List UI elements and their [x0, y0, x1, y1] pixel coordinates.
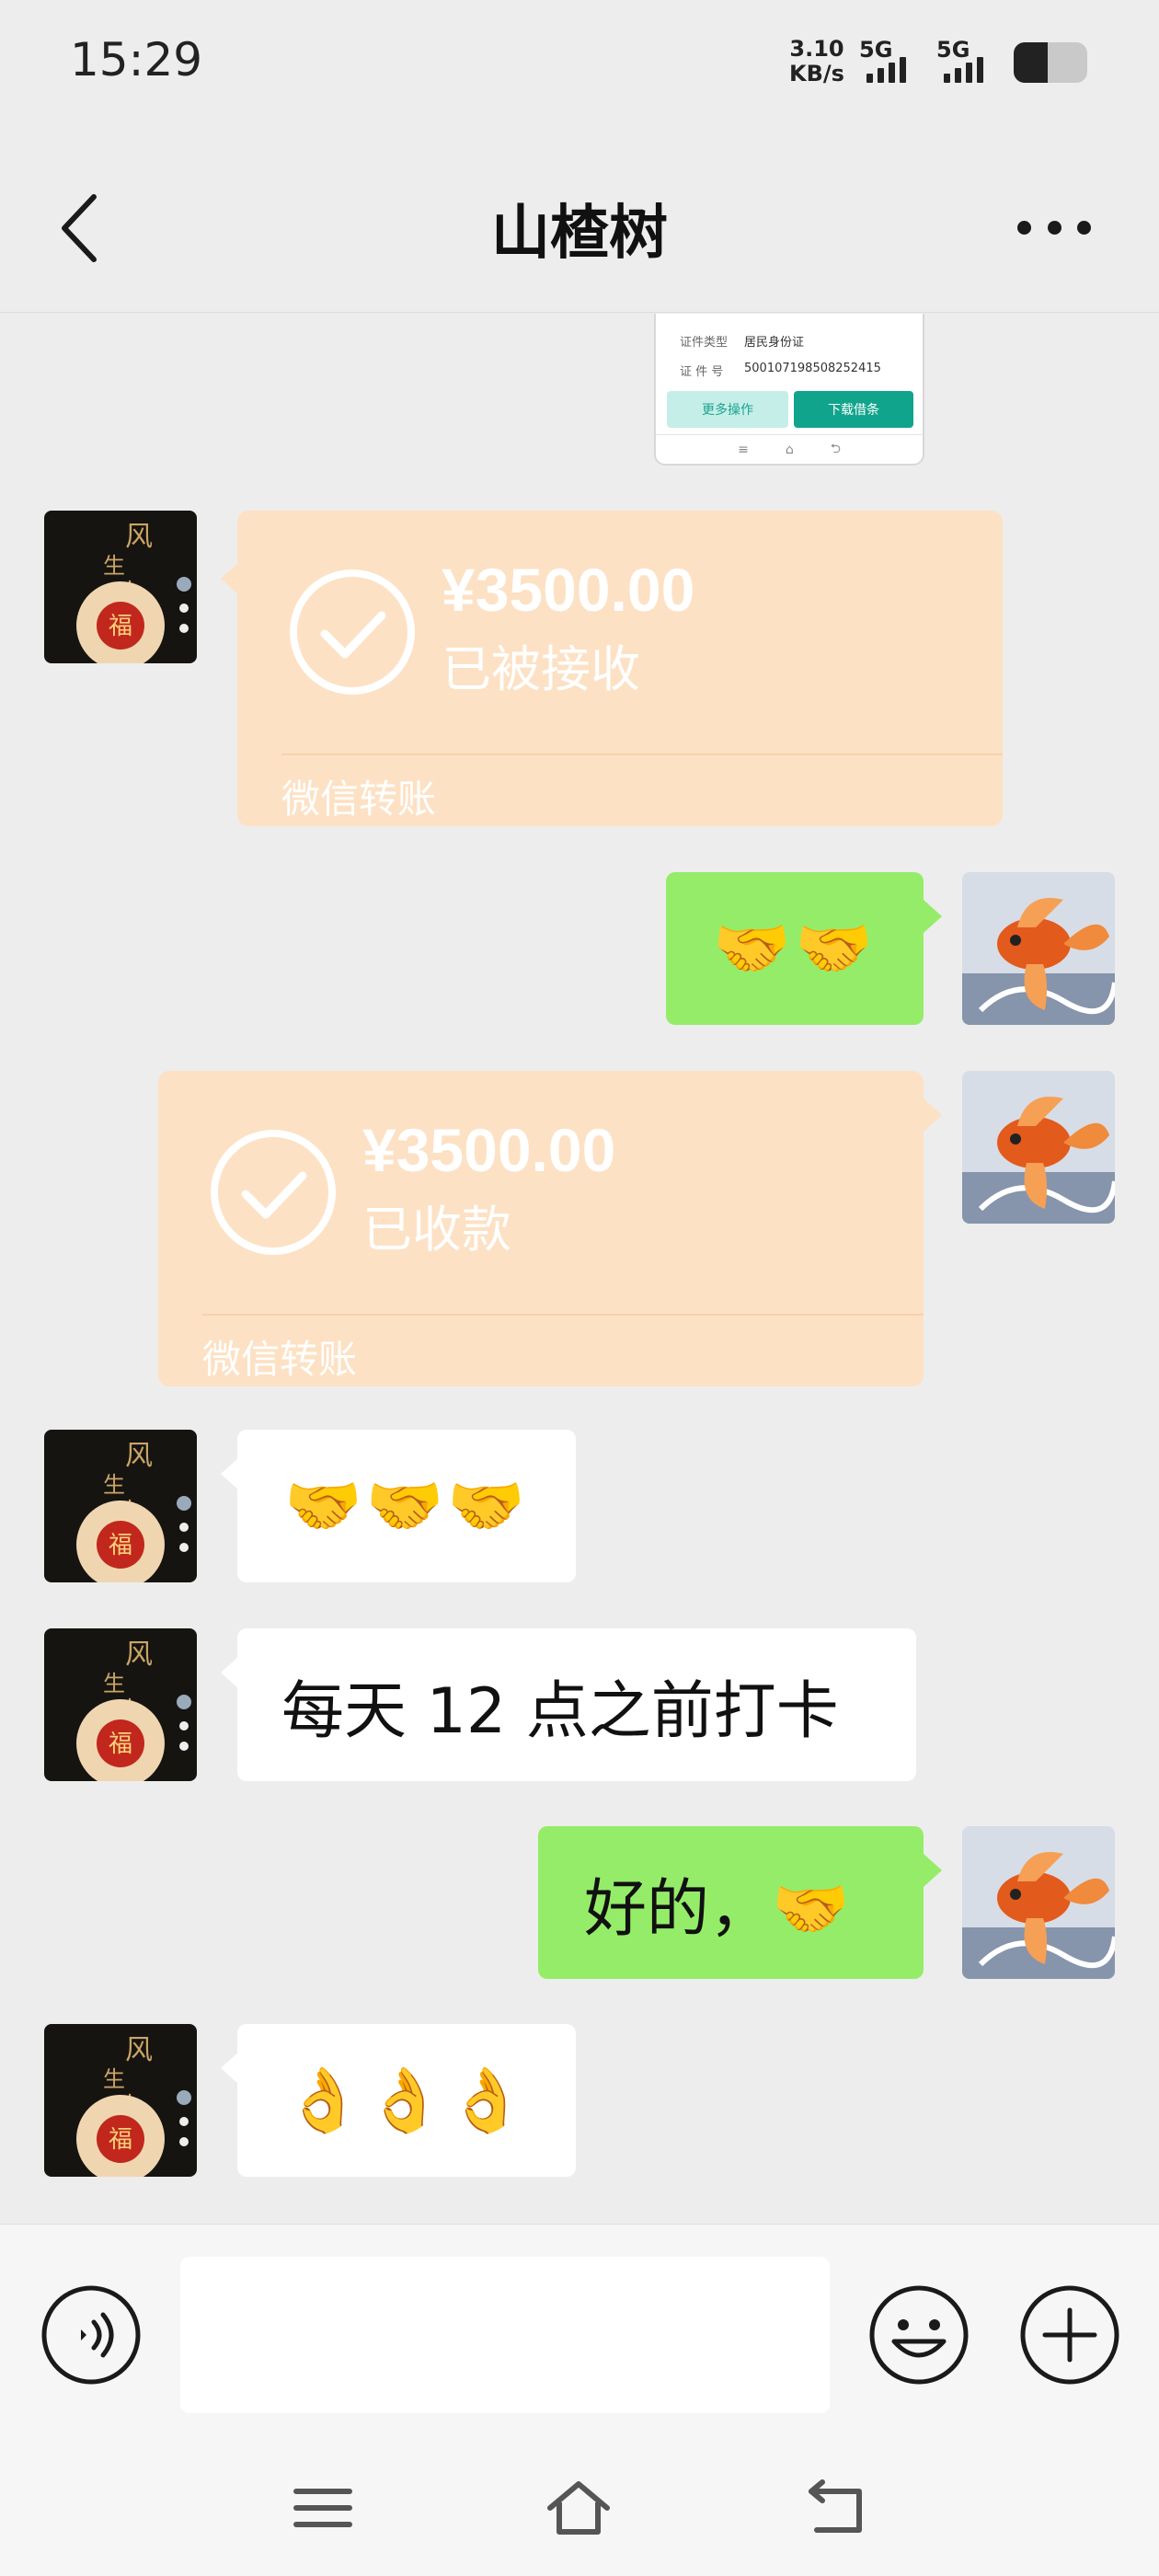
- voice-icon[interactable]: [40, 2284, 142, 2386]
- message-text: 👌👌👌: [283, 2064, 529, 2137]
- transfer-card-collected[interactable]: ¥3500.00 已收款 微信转账: [158, 1071, 924, 1386]
- svg-text:风: 风: [125, 1440, 153, 1472]
- signal-bars-icon: [866, 57, 906, 83]
- svg-text:福: 福: [109, 2126, 132, 2154]
- chat-title: 山楂树: [491, 200, 668, 268]
- image-row-id-number: 证 件 号 500107198508252415: [680, 362, 881, 379]
- svg-text:生: 生: [103, 1472, 125, 1498]
- emoji-icon[interactable]: [868, 2284, 970, 2386]
- transfer-amount: ¥3500.00: [442, 556, 695, 624]
- image-nav-home-glyph: ⌂: [785, 442, 794, 457]
- transfer-card-received[interactable]: ¥3500.00 已被接收 微信转账: [237, 511, 1003, 826]
- message-text: 🤝🤝: [713, 913, 877, 985]
- svg-text:风: 风: [125, 2034, 153, 2066]
- chevron-left-icon[interactable]: [53, 191, 109, 265]
- network-speed: 3.10 KB/s: [789, 37, 844, 86]
- transfer-status: 已收款: [362, 1201, 511, 1259]
- transfer-status: 已被接收: [442, 640, 640, 698]
- contact-avatar-image: 风 生 水 福: [44, 1430, 197, 1582]
- image-download-button: 下载借条: [794, 391, 913, 428]
- chat-header: 山楂树: [0, 129, 1159, 313]
- my-avatar-image: [962, 1826, 1115, 1979]
- image-row-id-type-value: 居民身份证: [744, 336, 805, 350]
- input-bar: [0, 2224, 1159, 2427]
- image-row-id-type-label: 证件类型: [680, 336, 729, 350]
- check-circle-icon: [290, 569, 415, 695]
- status-bar: 15:29 3.10 KB/s 5G 5G: [0, 0, 1159, 129]
- contact-avatar-image: 风 生 水 福: [44, 1628, 197, 1781]
- received-message-bubble[interactable]: 🤝🤝🤝: [237, 1430, 576, 1582]
- bubble-tail: [221, 1656, 239, 1689]
- transfer-divider: [281, 753, 1003, 755]
- sim1-signal: 5G: [859, 37, 924, 86]
- contact-avatar[interactable]: 风 生 水 福: [44, 1430, 197, 1582]
- bubble-tail: [221, 2052, 239, 2085]
- transfer-divider: [202, 1314, 924, 1316]
- image-more-button: 更多操作: [667, 391, 788, 428]
- sent-message-bubble[interactable]: 🤝🤝: [666, 872, 924, 1025]
- contact-avatar[interactable]: 风 生 水 福: [44, 1628, 197, 1781]
- message-input[interactable]: [180, 2257, 830, 2413]
- received-message-bubble[interactable]: 每天 12 点之前打卡: [237, 1628, 916, 1781]
- bubble-tail: [221, 562, 239, 595]
- image-row-id-type: 证件类型 居民身份证: [680, 332, 804, 350]
- message-text: 🤝🤝🤝: [283, 1470, 529, 1543]
- bubble-tail: [221, 1457, 239, 1490]
- network-speed-value: 3.10: [789, 36, 844, 62]
- svg-text:生: 生: [103, 2066, 125, 2092]
- bubble-tail: [924, 900, 942, 933]
- svg-text:福: 福: [109, 613, 132, 640]
- signal-bars-icon: [944, 57, 983, 83]
- bubble-tail: [924, 1854, 942, 1887]
- status-time: 15:29: [70, 33, 203, 86]
- svg-text:生: 生: [103, 553, 125, 579]
- svg-text:福: 福: [109, 1731, 132, 1758]
- received-message-bubble[interactable]: 👌👌👌: [237, 2024, 576, 2177]
- sent-message-bubble[interactable]: 好的，🤝: [538, 1826, 924, 1979]
- contact-avatar-image: 风 生 水 福: [44, 2024, 197, 2177]
- sim2-signal: 5G: [936, 37, 1001, 86]
- my-avatar[interactable]: [962, 1071, 1115, 1224]
- transfer-amount: ¥3500.00: [362, 1116, 616, 1184]
- message-text: 每天 12 点之前打卡: [281, 1674, 839, 1748]
- svg-text:风: 风: [125, 521, 153, 553]
- message-list[interactable]: 证件类型 居民身份证 证 件 号 500107198508252415 更多操作…: [0, 314, 1159, 2223]
- my-avatar[interactable]: [962, 1826, 1115, 1979]
- menu-icon[interactable]: [291, 2478, 355, 2537]
- transfer-footer: 微信转账: [281, 776, 437, 822]
- battery-icon: [1014, 42, 1087, 83]
- my-avatar-image: [962, 1071, 1115, 1224]
- image-row-id-number-value: 500107198508252415: [744, 362, 881, 375]
- image-message[interactable]: 证件类型 居民身份证 证 件 号 500107198508252415 更多操作…: [654, 314, 924, 466]
- contact-avatar-image: 风 生 水 福: [44, 511, 197, 663]
- image-navrow: ≡ ⌂ ⮌: [656, 434, 923, 464]
- home-icon[interactable]: [546, 2478, 611, 2537]
- network-speed-unit: KB/s: [789, 61, 844, 86]
- system-nav-bar: [0, 2427, 1159, 2576]
- image-nav-back-glyph: ⮌: [830, 441, 841, 456]
- my-avatar[interactable]: [962, 872, 1115, 1025]
- bubble-tail: [924, 1098, 942, 1132]
- back-icon[interactable]: [804, 2478, 868, 2537]
- plus-icon[interactable]: [1019, 2284, 1120, 2386]
- image-row-id-number-label: 证 件 号: [680, 365, 724, 379]
- sim2-label: 5G: [936, 37, 970, 63]
- contact-avatar[interactable]: 风 生 水 福: [44, 2024, 197, 2177]
- sim1-label: 5G: [859, 37, 893, 63]
- contact-avatar[interactable]: 风 生 水 福: [44, 511, 197, 663]
- transfer-footer: 微信转账: [202, 1337, 358, 1382]
- image-nav-menu-glyph: ≡: [738, 442, 749, 457]
- more-dots-icon[interactable]: [1017, 216, 1091, 238]
- svg-text:生: 生: [103, 1671, 125, 1696]
- svg-text:福: 福: [109, 1532, 132, 1559]
- my-avatar-image: [962, 872, 1115, 1025]
- svg-text:风: 风: [125, 1639, 153, 1671]
- message-text: 好的，🤝: [584, 1872, 850, 1946]
- check-circle-icon: [211, 1130, 336, 1255]
